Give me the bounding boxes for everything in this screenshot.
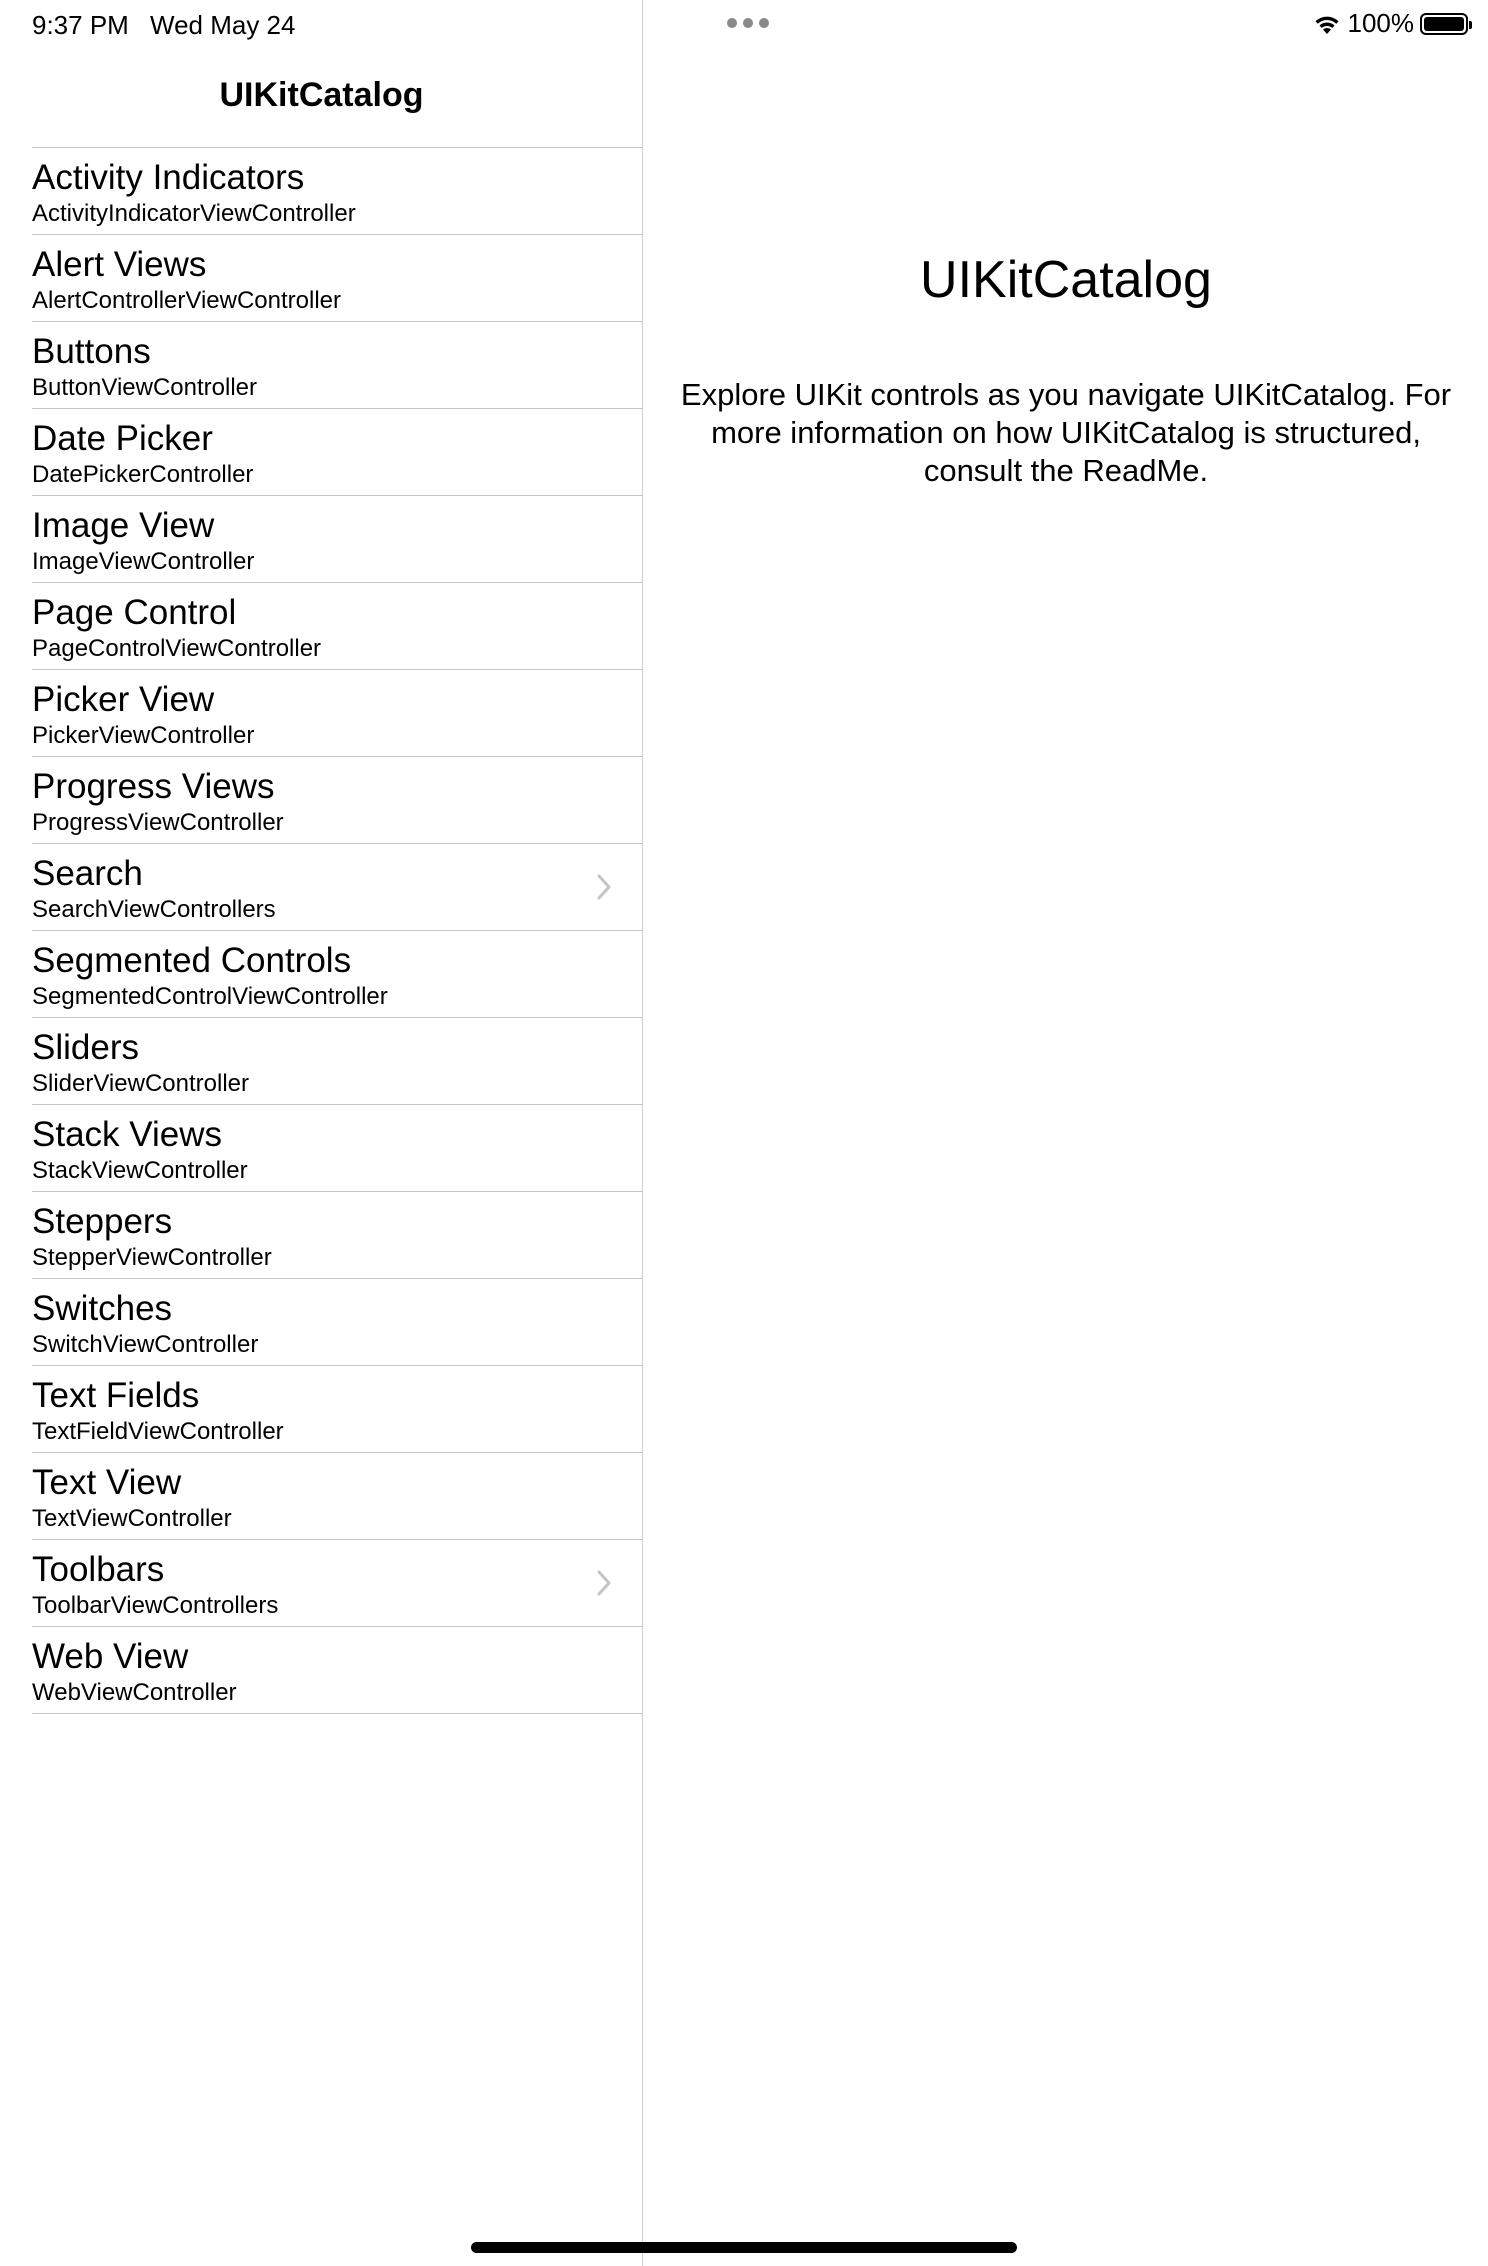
table-row[interactable]: Picker View PickerViewController — [32, 670, 643, 757]
row-subtitle: ButtonViewController — [32, 374, 258, 401]
table-row[interactable]: Buttons ButtonViewController — [32, 322, 643, 409]
row-subtitle: TextFieldViewController — [32, 1418, 284, 1445]
row-title: Toolbars — [32, 1550, 165, 1589]
row-title: Image View — [32, 506, 215, 545]
row-title: Switches — [32, 1289, 173, 1328]
table-row[interactable]: Switches SwitchViewController — [32, 1279, 643, 1366]
row-title: Sliders — [32, 1028, 139, 1067]
row-subtitle: SliderViewController — [32, 1070, 249, 1097]
wifi-icon — [1312, 12, 1342, 36]
master-pane: UIKitCatalog Activity Indicators Activity… — [0, 0, 643, 2266]
table-row[interactable]: Sliders SliderViewController — [32, 1018, 643, 1105]
home-indicator[interactable] — [471, 2242, 1017, 2253]
table-row[interactable]: Toolbars ToolbarViewControllers — [32, 1540, 643, 1627]
row-title: Web View — [32, 1637, 189, 1676]
row-subtitle: StepperViewController — [32, 1244, 272, 1271]
table-row[interactable]: Date Picker DatePickerController — [32, 409, 643, 496]
row-subtitle: ImageViewController — [32, 548, 255, 575]
row-subtitle: PickerViewController — [32, 722, 255, 749]
table-row[interactable]: Progress Views ProgressViewController — [32, 757, 643, 844]
detail-body: Explore UIKit controls as you navigate U… — [680, 377, 1452, 488]
battery-icon — [1420, 12, 1472, 35]
row-subtitle: PageControlViewController — [32, 635, 322, 662]
row-subtitle: SwitchViewController — [32, 1331, 259, 1358]
row-title: Text Fields — [32, 1376, 200, 1415]
row-subtitle: ToolbarViewControllers — [32, 1592, 279, 1619]
table-row[interactable]: Activity Indicators ActivityIndicatorView… — [32, 148, 643, 235]
row-title: Picker View — [32, 680, 215, 719]
catalog-table: Activity Indicators ActivityIndicatorView… — [32, 147, 643, 1714]
row-title: Search — [32, 854, 143, 893]
table-row[interactable]: Text Fields TextFieldViewController — [32, 1366, 643, 1453]
row-subtitle: DatePickerController — [32, 461, 254, 488]
table-row[interactable]: Segmented Controls SegmentedControlViewCo… — [32, 931, 643, 1018]
table-row[interactable]: Stack Views StackViewController — [32, 1105, 643, 1192]
row-subtitle: ActivityIndicatorViewController — [32, 200, 356, 227]
row-subtitle: WebViewController — [32, 1679, 237, 1706]
table-row[interactable]: Page Control PageControlViewController — [32, 583, 643, 670]
nav-title: UIKitCatalog — [219, 76, 424, 114]
row-subtitle: ProgressViewController — [32, 809, 284, 836]
row-subtitle: TextViewController — [32, 1505, 232, 1532]
row-subtitle: StackViewController — [32, 1157, 248, 1184]
row-subtitle: AlertControllerViewController — [32, 287, 342, 314]
row-title: Segmented Controls — [32, 941, 352, 980]
row-title: Steppers — [32, 1202, 173, 1241]
table-row[interactable]: Web View WebViewController — [32, 1627, 643, 1714]
row-title: Date Picker — [32, 419, 213, 458]
table-row[interactable]: Steppers StepperViewController — [32, 1192, 643, 1279]
row-subtitle: SearchViewControllers — [32, 896, 276, 923]
row-title: Alert Views — [32, 245, 207, 284]
row-subtitle: SegmentedControlViewController — [32, 983, 388, 1010]
row-title: Text View — [32, 1463, 182, 1502]
chevron-right-icon — [597, 1570, 611, 1596]
row-title: Activity Indicators — [32, 158, 305, 197]
multitasking-dots-icon[interactable] — [727, 18, 769, 28]
detail-title: UIKitCatalog — [920, 251, 1212, 309]
table-row[interactable]: Search SearchViewControllers — [32, 844, 643, 931]
battery-percentage: 100% — [1347, 8, 1415, 38]
row-title: Progress Views — [32, 767, 275, 806]
status-indicators: 100% — [1312, 8, 1472, 39]
table-row[interactable]: Image View ImageViewController — [32, 496, 643, 583]
row-title: Page Control — [32, 593, 237, 632]
row-title: Stack Views — [32, 1115, 222, 1154]
chevron-right-icon — [597, 874, 611, 900]
table-row[interactable]: Alert Views AlertControllerViewController — [32, 235, 643, 322]
row-title: Buttons — [32, 332, 151, 371]
table-row[interactable]: Text View TextViewController — [32, 1453, 643, 1540]
